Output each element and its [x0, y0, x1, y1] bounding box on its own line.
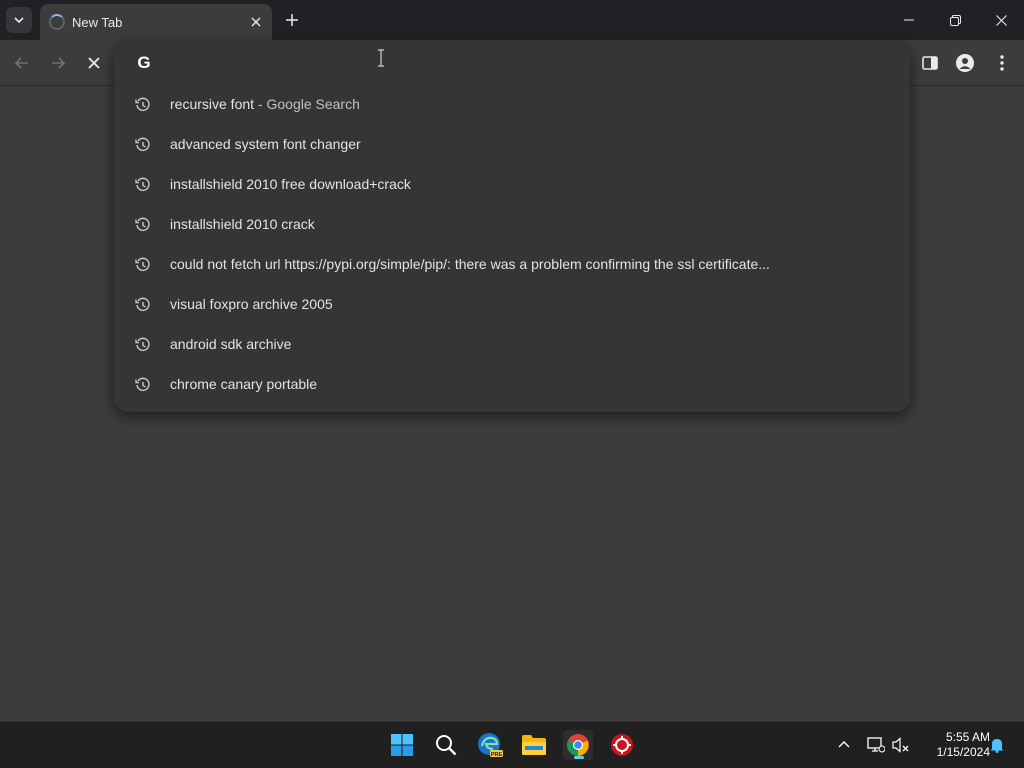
close-icon [995, 14, 1007, 26]
clock-time: 5:55 AM [945, 730, 990, 744]
profile-icon [956, 54, 974, 72]
text-cursor-icon [378, 49, 384, 67]
suggestion-list: recursive font - Google Search advanced s… [114, 85, 910, 405]
suggestion-text: android sdk archive [170, 336, 291, 352]
svg-text:PRE: PRE [491, 752, 503, 758]
history-icon [135, 97, 150, 111]
suggestion-item[interactable]: installshield 2010 crack [114, 205, 910, 245]
clock-date: 1/15/2024 [936, 745, 990, 759]
history-icon [135, 337, 150, 351]
more-vert-icon [1000, 55, 1004, 71]
forward-button[interactable] [44, 49, 72, 77]
suggestion-text: visual foxpro archive 2005 [170, 296, 333, 312]
suggestion-item[interactable]: could not fetch url https://pypi.org/sim… [114, 245, 910, 285]
history-icon [135, 177, 150, 191]
restore-icon [949, 14, 961, 26]
suggestion-item[interactable]: chrome canary portable [114, 365, 910, 405]
history-icon [135, 257, 150, 271]
suggestion-item[interactable]: installshield 2010 free download+crack [114, 165, 910, 205]
suggestion-text: could not fetch url https://pypi.org/sim… [170, 256, 770, 272]
omnibox-input[interactable] [170, 50, 870, 76]
edge-preview-button[interactable]: PRE [475, 730, 505, 760]
suggestion-query: chrome canary portable [170, 376, 318, 392]
tab-strip: New Tab [0, 0, 1024, 40]
volume-button[interactable] [891, 735, 911, 755]
omnibox-row: G [114, 42, 910, 84]
notifications-button[interactable] [987, 735, 1007, 755]
stop-loading-button[interactable] [80, 49, 108, 77]
windows-start-icon [391, 734, 413, 756]
suggestion-query: advanced system font changer [170, 136, 361, 152]
suggestion-text: installshield 2010 free download+crack [170, 176, 411, 192]
side-panel-button[interactable] [916, 49, 944, 77]
history-icon [135, 377, 150, 391]
suggestion-query: android sdk archive [170, 336, 292, 352]
taskbar: PRE 5:55 AM 1/15/2024 [0, 721, 1024, 768]
tab-close-button[interactable] [246, 12, 266, 32]
file-explorer-button[interactable] [519, 730, 549, 760]
arrow-right-icon [52, 57, 65, 69]
close-icon [251, 17, 261, 27]
red-gear-app-icon [611, 734, 633, 756]
chevron-up-icon [838, 741, 850, 748]
search-button[interactable] [431, 730, 461, 760]
suggestion-query: installshield 2010 free download+crack [170, 176, 411, 192]
suggestion-item[interactable]: android sdk archive [114, 325, 910, 365]
loading-spinner-icon [49, 14, 65, 30]
suggestion-item[interactable]: advanced system font changer [114, 125, 910, 165]
chrome-icon [567, 734, 589, 756]
plus-icon [286, 14, 298, 26]
side-panel-icon [922, 56, 938, 70]
edge-pre-icon: PRE [478, 733, 503, 758]
network-button[interactable] [866, 735, 886, 755]
tab-search-button[interactable] [6, 7, 32, 33]
search-icon [436, 735, 457, 756]
suggestion-item[interactable]: visual foxpro archive 2005 [114, 285, 910, 325]
tab-new-tab[interactable]: New Tab [40, 4, 272, 40]
history-icon [135, 297, 150, 311]
suggestion-text: advanced system font changer [170, 136, 361, 152]
tab-title: New Tab [72, 14, 123, 30]
back-button[interactable] [8, 49, 36, 77]
chevron-down-icon [14, 17, 24, 24]
new-tab-button[interactable] [282, 10, 302, 30]
chrome-button[interactable] [563, 730, 593, 760]
close-window-button[interactable] [978, 0, 1024, 40]
suggestion-text: recursive font - Google Search [170, 96, 360, 112]
history-icon [135, 217, 150, 231]
suggestion-query: could not fetch url https://pypi.org/sim… [170, 256, 770, 272]
network-icon [867, 737, 885, 753]
profile-button[interactable] [951, 49, 979, 77]
show-hidden-icons-button[interactable] [834, 735, 854, 755]
red-app-button[interactable] [607, 730, 637, 760]
start-button[interactable] [387, 730, 417, 760]
suggestion-query: installshield 2010 crack [170, 216, 315, 232]
history-icon [135, 137, 150, 151]
clock[interactable]: 5:55 AM 1/15/2024 [918, 730, 990, 760]
minimize-icon [904, 19, 914, 21]
minimize-button[interactable] [886, 0, 932, 40]
suggestion-suffix: - Google Search [254, 96, 360, 112]
suggestion-query: visual foxpro archive 2005 [170, 296, 333, 312]
omnibox-dropdown: G recursive font - Google Search advanced… [114, 42, 910, 412]
active-app-indicator [574, 756, 584, 759]
suggestion-text: installshield 2010 crack [170, 216, 315, 232]
suggestion-query: recursive font [170, 96, 255, 112]
close-icon [88, 57, 100, 69]
suggestion-text: chrome canary portable [170, 376, 317, 392]
arrow-left-icon [15, 57, 28, 69]
menu-button[interactable] [988, 49, 1016, 77]
google-icon: G [137, 53, 151, 72]
volume-muted-icon [892, 737, 909, 753]
suggestion-item[interactable]: recursive font - Google Search [114, 85, 910, 125]
restore-button[interactable] [932, 0, 978, 40]
bell-icon [990, 739, 1004, 753]
folder-icon [522, 735, 546, 755]
